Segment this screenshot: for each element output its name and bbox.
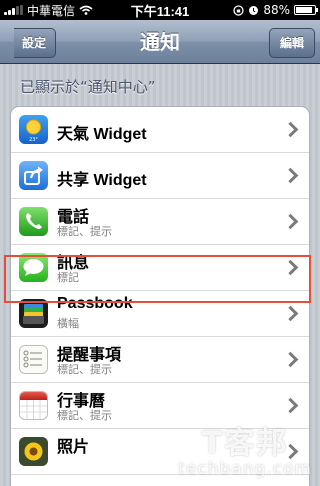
chevron-right-icon	[282, 121, 299, 138]
list-item-subtitle: 標記、提示	[57, 363, 112, 376]
passbook-icon	[19, 299, 48, 328]
list-item-subtitle: 標記、提示	[57, 225, 112, 238]
svg-text:23°: 23°	[29, 137, 38, 143]
messages-icon	[19, 253, 48, 282]
alarm-icon	[249, 5, 259, 15]
list-item-calendar[interactable]: 行事曆 標記、提示	[11, 383, 309, 429]
watermark-brand: T客邦	[201, 426, 289, 461]
list-item-subtitle: 標記、提示	[57, 409, 112, 422]
wifi-icon	[79, 5, 93, 15]
chevron-right-icon	[282, 259, 299, 276]
rotation-lock-icon	[233, 4, 244, 16]
carrier-name: 中華電信	[27, 3, 76, 18]
list-item-reminders[interactable]: 提醒事項 標記、提示	[11, 337, 309, 383]
chevron-right-icon	[282, 351, 299, 368]
back-button-label: 設定	[22, 36, 47, 50]
list-item-share-widget[interactable]: 共享 Widget	[11, 153, 309, 199]
list-item-title: 天氣 Widget	[57, 126, 147, 143]
chevron-right-icon	[282, 167, 299, 184]
battery-percentage: 88%	[263, 3, 290, 17]
watermark-domain: techbang.com	[178, 459, 312, 479]
list-item-subtitle: 橫幅	[57, 317, 79, 330]
phone-icon	[19, 207, 48, 236]
list-item-messages[interactable]: 訊息 標記	[11, 245, 309, 291]
weather-icon: 23°	[19, 115, 48, 144]
edit-button[interactable]: 編輯	[268, 28, 315, 58]
list-item-title: Passbook	[57, 295, 133, 312]
status-time: 下午11:41	[130, 3, 190, 19]
list-item-title: 照片	[57, 439, 90, 456]
watermark: T客邦 techbang.com	[178, 426, 312, 479]
chevron-right-icon	[282, 305, 299, 322]
status-bar: 中華電信 下午11:41 88%	[0, 0, 320, 20]
battery-icon	[294, 5, 318, 15]
signal-strength-icon	[4, 5, 23, 15]
share-icon	[19, 161, 48, 190]
calendar-icon	[19, 391, 48, 420]
reminders-icon	[19, 345, 48, 374]
chevron-right-icon	[282, 397, 299, 414]
list-item-passbook[interactable]: Passbook 橫幅	[11, 291, 309, 337]
list-item-subtitle: 標記	[57, 271, 79, 284]
edit-button-label: 編輯	[279, 36, 304, 50]
photos-icon	[19, 437, 48, 466]
list-item-title: 共享 Widget	[57, 172, 147, 189]
navigation-bar: 通知 設定 編輯	[0, 20, 320, 64]
back-button[interactable]: 設定	[14, 28, 57, 58]
section-header: 已顯示於“通知中心”	[20, 78, 156, 96]
list-item-weather-widget[interactable]: 23° 天氣 Widget	[11, 107, 309, 153]
list-item-phone[interactable]: 電話 標記、提示	[11, 199, 309, 245]
chevron-right-icon	[282, 213, 299, 230]
